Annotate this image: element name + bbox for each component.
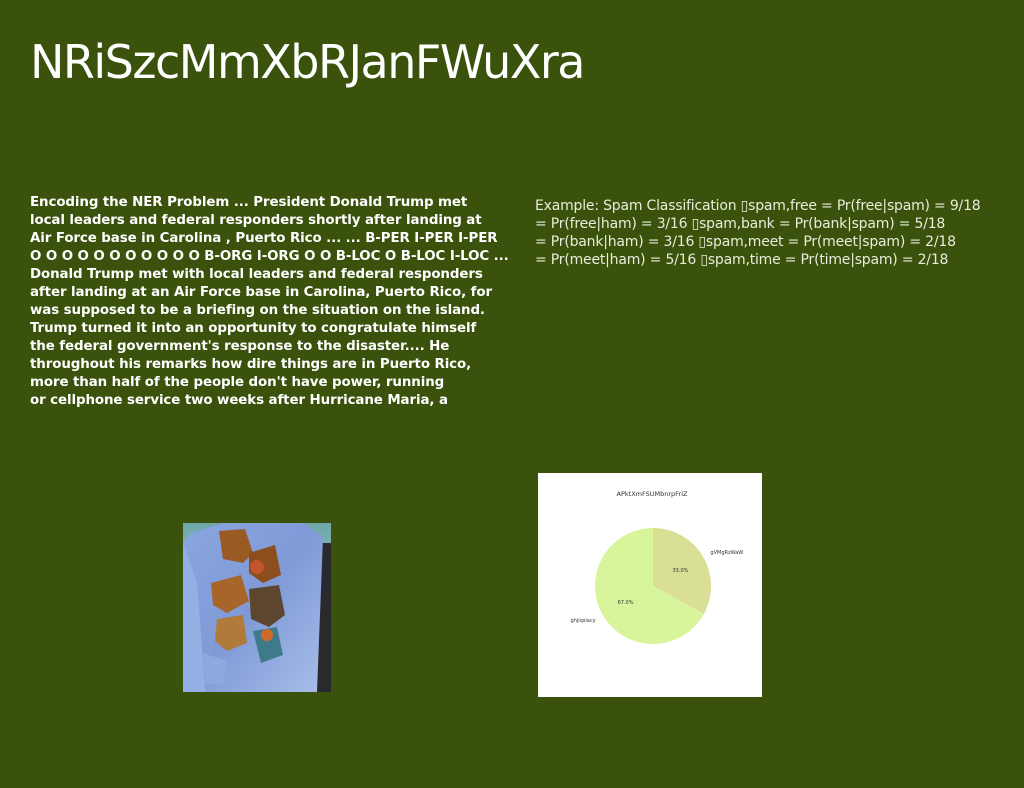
ner-text-block: Encoding the NER Problem ... President D… (30, 194, 535, 410)
text-line: O O O O O O O O O O O B-ORG I-ORG O O B-… (30, 249, 509, 264)
shirt-photo-image (183, 523, 331, 692)
text-line: more than half of the people don't have … (30, 375, 445, 390)
pie-category-label: gVMgRzWaW (710, 550, 743, 556)
text-line: the federal government's response to the… (30, 339, 450, 354)
text-line: throughout his remarks how dire things a… (30, 357, 472, 372)
shirt-photo (183, 523, 331, 692)
text-line: or cellphone service two weeks after Hur… (30, 393, 448, 408)
page-title: NRiSzcMmXbRJanFWuXra (30, 35, 585, 89)
pie-category-label: ghjiqslacy (571, 618, 596, 624)
text-line: = Pr(meet|ham) = 5/16 ▯spam,time = Pr(ti… (535, 252, 949, 268)
pie-value-label: 67.0% (618, 600, 634, 606)
text-line: local leaders and federal responders sho… (30, 213, 482, 228)
text-line: Donald Trump met with local leaders and … (30, 267, 483, 282)
text-line: was supposed to be a briefing on the sit… (30, 303, 485, 318)
text-line: Encoding the NER Problem ... President D… (30, 195, 468, 210)
pie-value-label: 33.0% (673, 568, 689, 574)
pie-chart-svg: APktXmFSUMbnrpFrIZ 33.0% gVMgRzWaW 67.0% gh… (571, 490, 743, 644)
text-line: Example: Spam Classification ▯spam,free … (535, 198, 981, 214)
pie-chart: APktXmFSUMbnrpFrIZ 33.0% gVMgRzWaW 67.0% gh… (538, 473, 762, 697)
text-line: = Pr(bank|ham) = 3/16 ▯spam,meet = Pr(me… (535, 234, 956, 250)
text-line: after landing at an Air Force base in Ca… (30, 285, 492, 300)
text-line: Air Force base in Carolina , Puerto Rico… (30, 231, 498, 246)
chart-title: APktXmFSUMbnrpFrIZ (617, 490, 688, 498)
text-line: Trump turned it into an opportunity to c… (30, 321, 477, 336)
spam-classification-text: Example: Spam Classification ▯spam,free … (535, 197, 1005, 269)
text-line: = Pr(free|ham) = 3/16 ▯spam,bank = Pr(ba… (535, 216, 946, 232)
